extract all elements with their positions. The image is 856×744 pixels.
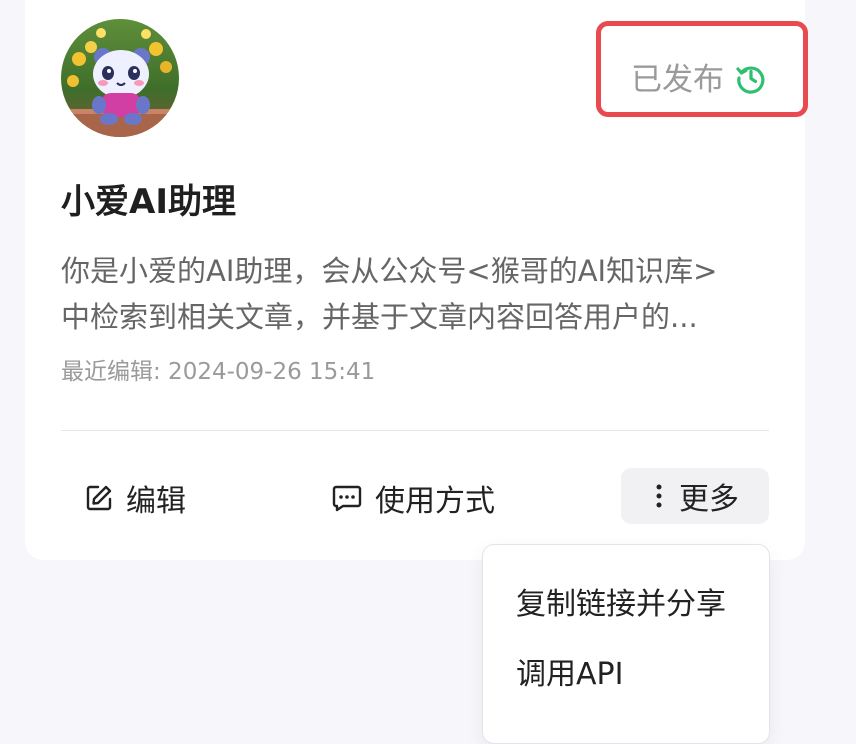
more-button[interactable]: 更多: [621, 468, 769, 524]
history-icon[interactable]: [735, 62, 767, 94]
card-divider: [61, 430, 769, 431]
publish-status-label: 已发布: [631, 62, 724, 98]
history-icon-graphic: [736, 66, 765, 94]
menu-item-call-api[interactable]: 调用API: [516, 653, 623, 697]
last-edited-timestamp: 最近编辑: 2024-09-26 15:41: [61, 359, 376, 385]
usage-button[interactable]: 使用方式: [331, 470, 495, 526]
message-dots-icon: [332, 485, 362, 512]
assistant-title: 小爱AI助理: [61, 182, 236, 222]
more-button-label: 更多: [679, 482, 739, 517]
description-line-2: 中检索到相关文章，并基于文章内容回答用户的...: [61, 300, 698, 334]
usage-button-label: 使用方式: [375, 484, 495, 519]
edit-button[interactable]: 编辑: [84, 470, 186, 526]
more-dropdown-menu: 复制链接并分享 调用API: [482, 544, 770, 744]
assistant-description: 你是小爱的AI助理，会从公众号<猴哥的AI知识库> 中检索到相关文章，并基于文章…: [61, 248, 773, 340]
more-vertical-icon: [656, 484, 662, 508]
edit-button-label: 编辑: [126, 484, 186, 519]
edit-icon: [86, 485, 112, 511]
description-line-1: 你是小爱的AI助理，会从公众号<猴哥的AI知识库>: [61, 254, 718, 288]
assistant-avatar: [61, 19, 179, 137]
menu-item-copy-link-share[interactable]: 复制链接并分享: [516, 583, 726, 627]
panda-avatar-image: [61, 19, 179, 137]
